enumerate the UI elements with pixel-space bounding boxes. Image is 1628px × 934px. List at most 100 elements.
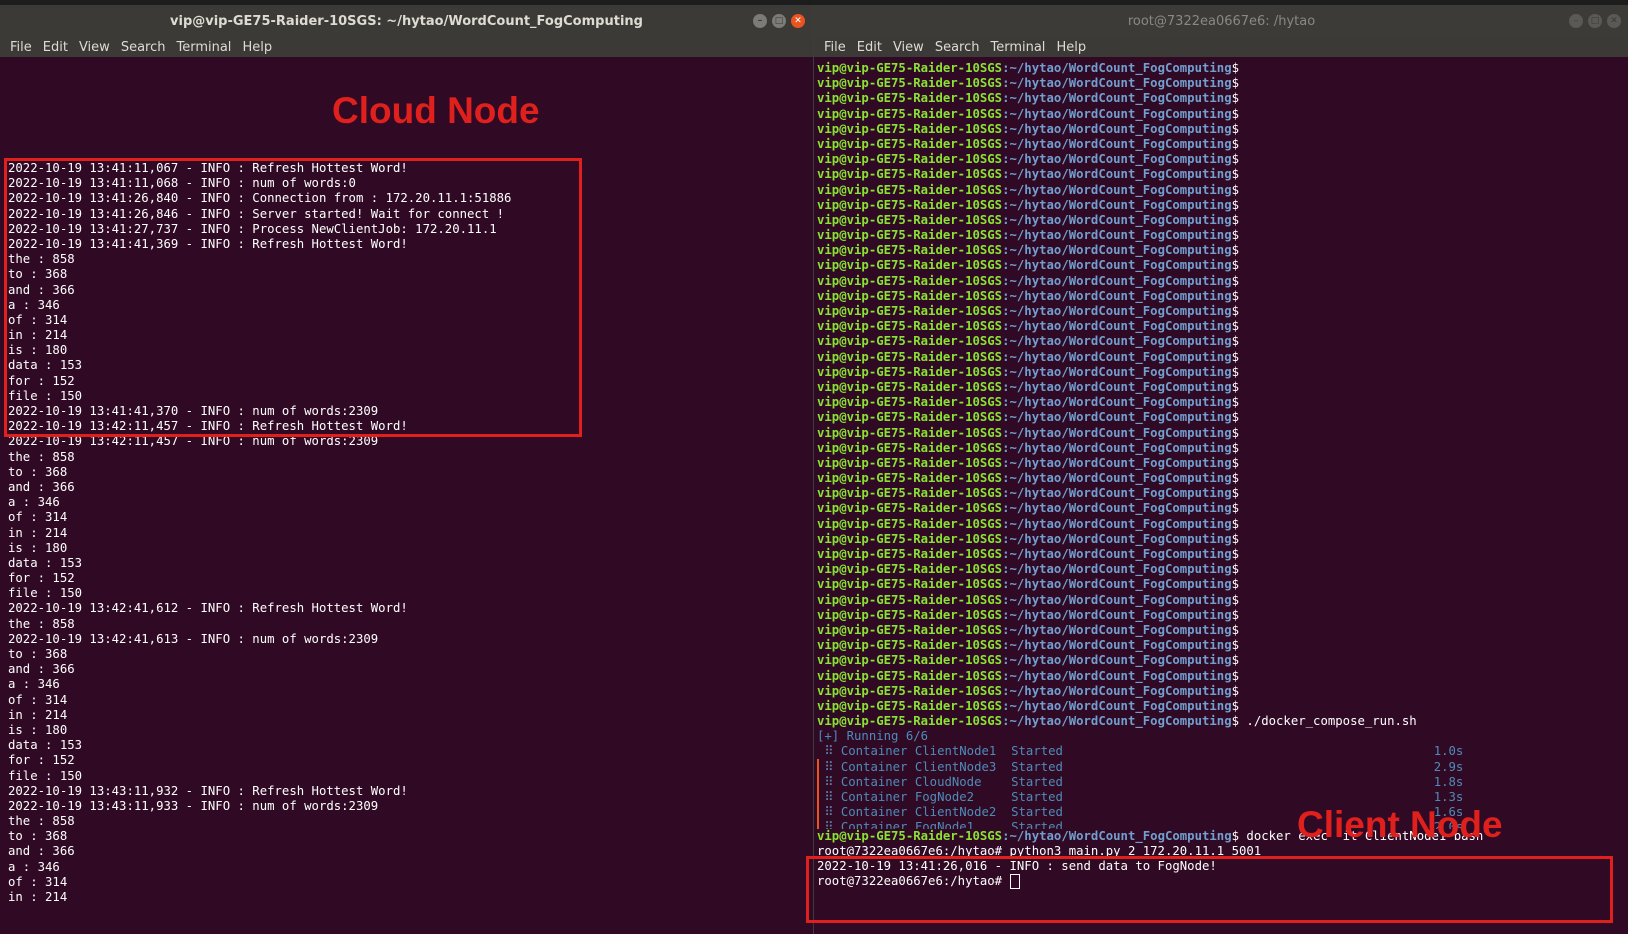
- menu-view[interactable]: View: [893, 40, 924, 55]
- terminal-window-cloud[interactable]: vip@vip-GE75-Raider-10SGS: ~/hytao/WordC…: [0, 5, 813, 934]
- prompt-path: :~/hytao/WordCount_FogComputing: [1002, 243, 1232, 258]
- prompt-user: vip@vip-GE75-Raider-10SGS: [817, 410, 1003, 425]
- log-line: and : 366: [8, 479, 75, 494]
- prompt-user: vip@vip-GE75-Raider-10SGS: [817, 425, 1003, 440]
- prompt-path: :~/hytao/WordCount_FogComputing: [1002, 562, 1232, 577]
- dots-icon: ⠿: [817, 820, 841, 829]
- prompt-user: vip@vip-GE75-Raider-10SGS: [817, 653, 1003, 668]
- prompt-path: :~/hytao/WordCount_FogComputing: [1002, 668, 1232, 683]
- prompt-command: $: [1231, 334, 1240, 349]
- menu-bar: File Edit View Search Terminal Help: [0, 37, 813, 57]
- prompt-path: :~/hytao/WordCount_FogComputing: [1002, 425, 1232, 440]
- prompt-path: :~/hytao/WordCount_FogComputing: [1002, 501, 1232, 516]
- prompt-user: vip@vip-GE75-Raider-10SGS: [817, 136, 1003, 151]
- container-status-line: ⠿ Container ClientNode3 Started 2.9s: [817, 760, 1483, 775]
- maximize-button[interactable]: □: [772, 14, 786, 28]
- prompt-path: :~/hytao/WordCount_FogComputing: [1002, 258, 1232, 273]
- menu-edit[interactable]: Edit: [43, 40, 68, 55]
- prompt-user: vip@vip-GE75-Raider-10SGS: [817, 638, 1003, 653]
- maximize-button[interactable]: □: [1588, 14, 1602, 28]
- prompt-command: $: [1231, 531, 1240, 546]
- prompt-user: vip@vip-GE75-Raider-10SGS: [817, 455, 1003, 470]
- container-status-line: ⠿ Container FogNode2 Started 1.3s: [817, 790, 1483, 805]
- prompt-line: vip@vip-GE75-Raider-10SGS:~/hytao/WordCo…: [817, 91, 1483, 106]
- menu-file[interactable]: File: [824, 40, 846, 55]
- menu-search[interactable]: Search: [935, 40, 980, 55]
- log-line: is : 180: [8, 540, 68, 555]
- log-line: and : 366: [8, 844, 75, 859]
- terminal-window-client[interactable]: root@7322ea0667e6: /hytao – □ ✕ File Edi…: [813, 5, 1628, 934]
- prompt-line: vip@vip-GE75-Raider-10SGS:~/hytao/WordCo…: [817, 334, 1483, 349]
- prompt-command: $: [1231, 577, 1240, 592]
- prompt-path: :~/hytao/WordCount_FogComputing: [1002, 531, 1232, 546]
- log-line: 2022-10-19 13:42:41,612 - INFO : Refresh…: [8, 601, 408, 616]
- terminal-output[interactable]: vip@vip-GE75-Raider-10SGS:~/hytao/WordCo…: [814, 57, 1628, 934]
- menu-file[interactable]: File: [10, 40, 32, 55]
- prompt-user: vip@vip-GE75-Raider-10SGS: [817, 471, 1003, 486]
- close-button[interactable]: ✕: [791, 14, 805, 28]
- container-status-line: ⠿ Container ClientNode1 Started 1.0s: [817, 744, 1483, 759]
- close-button[interactable]: ✕: [1607, 14, 1621, 28]
- log-line: 2022-10-19 13:43:11,933 - INFO : num of …: [8, 798, 379, 813]
- prompt-path: :~/hytao/WordCount_FogComputing: [1002, 319, 1232, 334]
- prompt-user: vip@vip-GE75-Raider-10SGS: [817, 592, 1003, 607]
- running-header: [+] Running 6/6: [817, 729, 929, 744]
- menu-search[interactable]: Search: [121, 40, 166, 55]
- container-name: Container FogNode1 Started: [840, 820, 1063, 829]
- prompt-path: :~/hytao/WordCount_FogComputing: [1002, 622, 1232, 637]
- log-line: data : 153: [8, 555, 83, 570]
- prompt-path: :~/hytao/WordCount_FogComputing: [1002, 471, 1232, 486]
- prompt-path: :~/hytao/WordCount_FogComputing: [1002, 395, 1232, 410]
- prompt-line: vip@vip-GE75-Raider-10SGS:~/hytao/WordCo…: [817, 380, 1483, 395]
- prompt-user: vip@vip-GE75-Raider-10SGS: [817, 547, 1003, 561]
- prompt-path: :~/hytao/WordCount_FogComputing: [1002, 440, 1232, 455]
- prompt-command: $: [1231, 197, 1240, 212]
- prompt-command: $: [1231, 61, 1240, 75]
- log-line: the : 858: [8, 449, 75, 464]
- menu-help[interactable]: Help: [242, 40, 272, 55]
- prompt-line: vip@vip-GE75-Raider-10SGS:~/hytao/WordCo…: [817, 243, 1483, 258]
- menu-terminal[interactable]: Terminal: [176, 40, 231, 55]
- prompt-path: :~/hytao/WordCount_FogComputing: [1002, 455, 1232, 470]
- dots-icon: ⠿: [817, 774, 841, 789]
- prompt-command: $: [1231, 136, 1240, 151]
- prompt-user: vip@vip-GE75-Raider-10SGS: [817, 607, 1003, 622]
- log-line: to : 368: [8, 829, 68, 844]
- prompt-line: vip@vip-GE75-Raider-10SGS:~/hytao/WordCo…: [817, 274, 1483, 289]
- dots-icon: ⠿: [817, 790, 841, 804]
- minimize-button[interactable]: –: [753, 14, 767, 28]
- prompt-user: vip@vip-GE75-Raider-10SGS: [817, 395, 1003, 410]
- log-line: of : 314: [8, 510, 68, 525]
- prompt-command: $: [1231, 501, 1240, 516]
- prompt-path: :~/hytao/WordCount_FogComputing: [1002, 273, 1232, 288]
- prompt-line: vip@vip-GE75-Raider-10SGS:~/hytao/WordCo…: [817, 501, 1483, 516]
- prompt-path: :~/hytao/WordCount_FogComputing: [1002, 364, 1232, 379]
- prompt-line: vip@vip-GE75-Raider-10SGS:~/hytao/WordCo…: [817, 684, 1483, 699]
- prompt-user: vip@vip-GE75-Raider-10SGS: [817, 182, 1003, 197]
- prompt-command: $: [1231, 440, 1240, 455]
- shell-lines: vip@vip-GE75-Raider-10SGS:~/hytao/WordCo…: [817, 61, 1483, 890]
- log-line: to : 368: [8, 464, 68, 479]
- container-name: Container ClientNode1 Started: [840, 744, 1063, 759]
- prompt-path: :~/hytao/WordCount_FogComputing: [1002, 592, 1232, 607]
- prompt-path: :~/hytao/WordCount_FogComputing: [1002, 152, 1232, 167]
- log-line: file : 150: [8, 768, 83, 783]
- menu-terminal[interactable]: Terminal: [990, 40, 1045, 55]
- prompt-line: vip@vip-GE75-Raider-10SGS:~/hytao/WordCo…: [817, 350, 1483, 365]
- prompt-user: vip@vip-GE75-Raider-10SGS: [817, 152, 1003, 167]
- log-line: a : 346: [8, 677, 60, 692]
- prompt-path: :~/hytao/WordCount_FogComputing: [1002, 653, 1232, 668]
- menu-help[interactable]: Help: [1056, 40, 1086, 55]
- prompt-command: $: [1231, 121, 1240, 136]
- prompt-path: :~/hytao/WordCount_FogComputing: [1002, 714, 1232, 729]
- log-line: of : 314: [8, 692, 68, 707]
- prompt-command: $: [1231, 683, 1240, 698]
- minimize-button[interactable]: –: [1569, 14, 1583, 28]
- menu-view[interactable]: View: [79, 40, 110, 55]
- prompt-user: vip@vip-GE75-Raider-10SGS: [817, 379, 1003, 394]
- prompt-command: $: [1231, 364, 1240, 379]
- menu-edit[interactable]: Edit: [857, 40, 882, 55]
- prompt-path: :~/hytao/WordCount_FogComputing: [1002, 516, 1232, 531]
- prompt-line: vip@vip-GE75-Raider-10SGS:~/hytao/WordCo…: [817, 608, 1483, 623]
- prompt-user: vip@vip-GE75-Raider-10SGS: [817, 273, 1003, 288]
